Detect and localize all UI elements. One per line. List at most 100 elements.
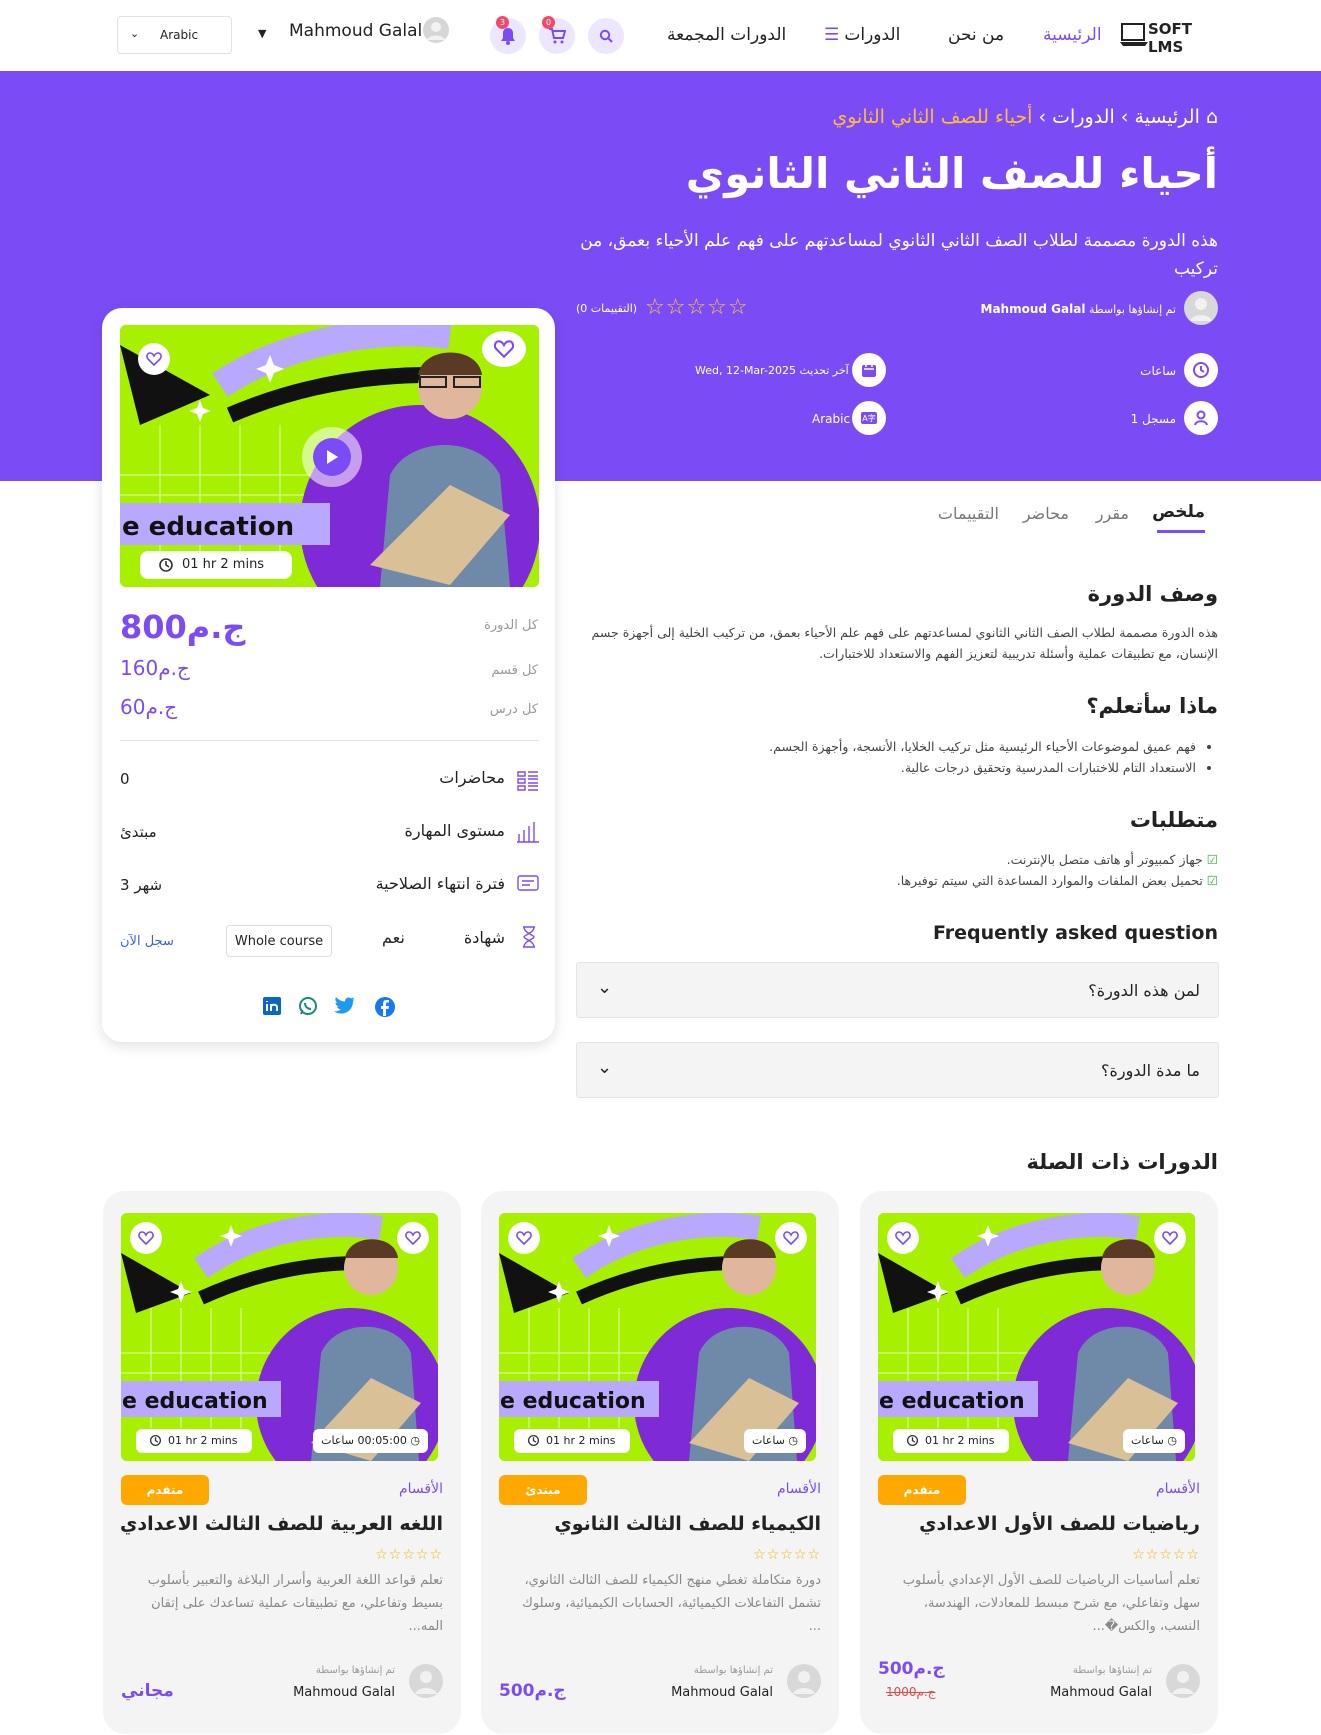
course-purchase-card: e education 01 hr 2 mins كل الدورة ج.م80… [102,308,555,1042]
category-link[interactable]: الأقسام [1156,1481,1200,1497]
last-updated-label: آخر تحديث [799,364,849,377]
expiry-label: فترة انتهاء الصلاحية [375,874,505,893]
rating-stars: ☆☆☆☆☆ [753,1547,821,1563]
hours-text: ساعات [1131,1434,1164,1447]
related-course-title[interactable]: اللغه العربية للصف الثالث الاعدادي [120,1513,443,1535]
related-course-card[interactable]: e education 01 hr 2 mins ◷ ساعات الأقسام… [860,1191,1218,1734]
cart-button[interactable]: 0 [539,16,575,54]
breadcrumb-current: أحياء للصف الثاني الثانوي [832,106,1033,128]
related-course-description: دورة متكاملة تغطي منهج الكيمياء للصف الث… [522,1573,821,1634]
requirements-heading: متطلبات [1129,808,1218,832]
purchase-option-select[interactable]: Whole course [226,925,332,957]
whatsapp-icon[interactable] [298,996,318,1016]
logo[interactable]: SOFT LMS [1120,20,1206,56]
course-thumbnail[interactable]: e education 01 hr 2 mins [120,325,539,587]
price-section: ج.م160 [120,656,190,680]
bell-icon [501,28,515,45]
description-text: هذه الدورة مصممة لطلاب الصف الثاني الثان… [591,625,1218,661]
related-courses-heading: الدورات ذات الصلة [1026,1150,1218,1174]
rating-stars: ☆☆☆☆☆ [1132,1547,1200,1563]
user-name[interactable]: Mahmoud Galal [289,21,422,41]
faq-heading: Frequently asked question [932,922,1218,944]
author-avatar [787,1664,821,1698]
faq-item[interactable]: ⌄ لمن هذه الدورة؟ [576,962,1219,1018]
clock-icon [149,1434,162,1447]
related-course-thumbnail[interactable]: e education 01 hr 2 mins ◷ 00:05:00 ساعا… [121,1213,438,1461]
related-course-thumbnail[interactable]: e education 01 hr 2 mins ◷ ساعات [499,1213,816,1461]
created-by-label: تم إنشاؤها بواسطة [1072,1665,1152,1676]
hourglass-icon [523,926,535,948]
last-updated: Wed, 12-Mar-2025 آخر تحديث [695,364,849,377]
language-select[interactable]: ⌄ Arabic [117,16,232,54]
user-icon [1190,298,1212,321]
category-link[interactable]: الأقسام [399,1481,443,1497]
facebook-icon[interactable] [374,996,396,1018]
register-now-link[interactable]: سجل الآن [120,934,174,949]
author-name[interactable]: Mahmoud Galal [981,302,1086,316]
author-name[interactable]: Mahmoud Galal [1050,1685,1152,1700]
wishlist-heart-icon[interactable] [775,1222,807,1254]
breadcrumb-home[interactable]: الرئيسية [1134,106,1199,128]
related-course-card[interactable]: e education 01 hr 2 mins ◷ ساعات الأقسام… [481,1191,839,1734]
course-image: e education [121,1213,438,1461]
user-avatar[interactable] [423,17,449,43]
clock-icon [1184,353,1218,387]
skill-level-icon [517,822,539,843]
nav-about[interactable]: من نحن [948,25,1004,45]
tab-instructor[interactable]: محاضر [1023,504,1069,523]
learn-heading: ماذا سأتعلم؟ [1086,694,1218,718]
share-links [262,996,398,1020]
linkedin-icon[interactable] [262,996,282,1016]
clock-icon: ◷ [1167,1434,1177,1447]
author-name[interactable]: Mahmoud Galal [293,1685,395,1700]
heart-icon[interactable] [130,1222,162,1254]
heart-icon[interactable] [138,343,170,375]
category-link[interactable]: الأقسام [777,1481,821,1497]
nav-bundles[interactable]: الدورات المجمعة [667,25,786,45]
twitter-icon[interactable] [334,996,356,1016]
language-value: Arabic [160,28,199,42]
author-avatar [1184,291,1218,325]
breadcrumb-separator-icon: › [1038,106,1047,128]
nav-home[interactable]: الرئيسية [1043,25,1102,45]
nav-courses-label: الدورات [844,25,901,45]
hours-badge: ◷ ساعات [744,1429,806,1453]
related-course-card[interactable]: e education 01 hr 2 mins ◷ 00:05:00 ساعا… [103,1191,461,1734]
breadcrumb-courses[interactable]: الدورات [1052,106,1115,128]
wishlist-heart-icon[interactable] [397,1222,429,1254]
nav-courses[interactable]: ☰ الدورات [824,25,900,45]
clock-icon [159,558,173,572]
cart-icon [549,28,566,44]
old-price: ج.م1000 [886,1685,936,1699]
created-by-label: تم إنشاؤها بواسطة [693,1665,773,1676]
wishlist-heart-icon[interactable] [1154,1222,1186,1254]
related-course-thumbnail[interactable]: e education 01 hr 2 mins ◷ ساعات [878,1213,1195,1461]
play-button[interactable] [302,427,362,487]
related-course-title[interactable]: رياضيات للصف الأول الاعدادي [919,1513,1200,1535]
skill-level-value: مبتدئ [120,823,157,841]
heart-icon[interactable] [508,1222,540,1254]
hours-badge: ◷ ساعات [1123,1429,1185,1453]
related-course-description: تعلم أساسيات الرياضيات للصف الأول الإعدا… [902,1573,1200,1634]
tab-reviews[interactable]: التقييمات [938,504,999,523]
user-menu-caret-icon[interactable]: ▼ [258,27,266,40]
svg-text:e education: e education [879,1389,1025,1414]
duration-badge: 01 hr 2 mins [514,1429,630,1453]
author-line: تم إنشاؤها بواسطة Mahmoud Galal [981,302,1176,316]
faq-item[interactable]: ⌄ ما مدة الدورة؟ [576,1042,1219,1098]
tab-summary[interactable]: ملخص [1152,502,1205,522]
cart-count-badge: 0 [542,16,555,29]
price-whole: ج.م800 [120,608,246,646]
price-lesson: ج.م60 [120,695,178,719]
author-name[interactable]: Mahmoud Galal [671,1685,773,1700]
course-image: e education [499,1213,816,1461]
tab-curriculum[interactable]: مقرر [1096,504,1129,523]
heart-icon[interactable] [887,1222,919,1254]
learn-item: الاستعداد التام للاختبارات المدرسية وتحق… [578,757,1196,778]
search-button[interactable] [588,18,624,54]
wishlist-heart-icon[interactable] [482,331,526,367]
notifications-button[interactable]: 3 [490,16,526,54]
related-course-title[interactable]: الكيمياء للصف الثالث الثانوي [554,1513,821,1535]
page-title: أحياء للصف الثاني الثانوي [685,149,1218,198]
calendar-icon [852,353,886,387]
